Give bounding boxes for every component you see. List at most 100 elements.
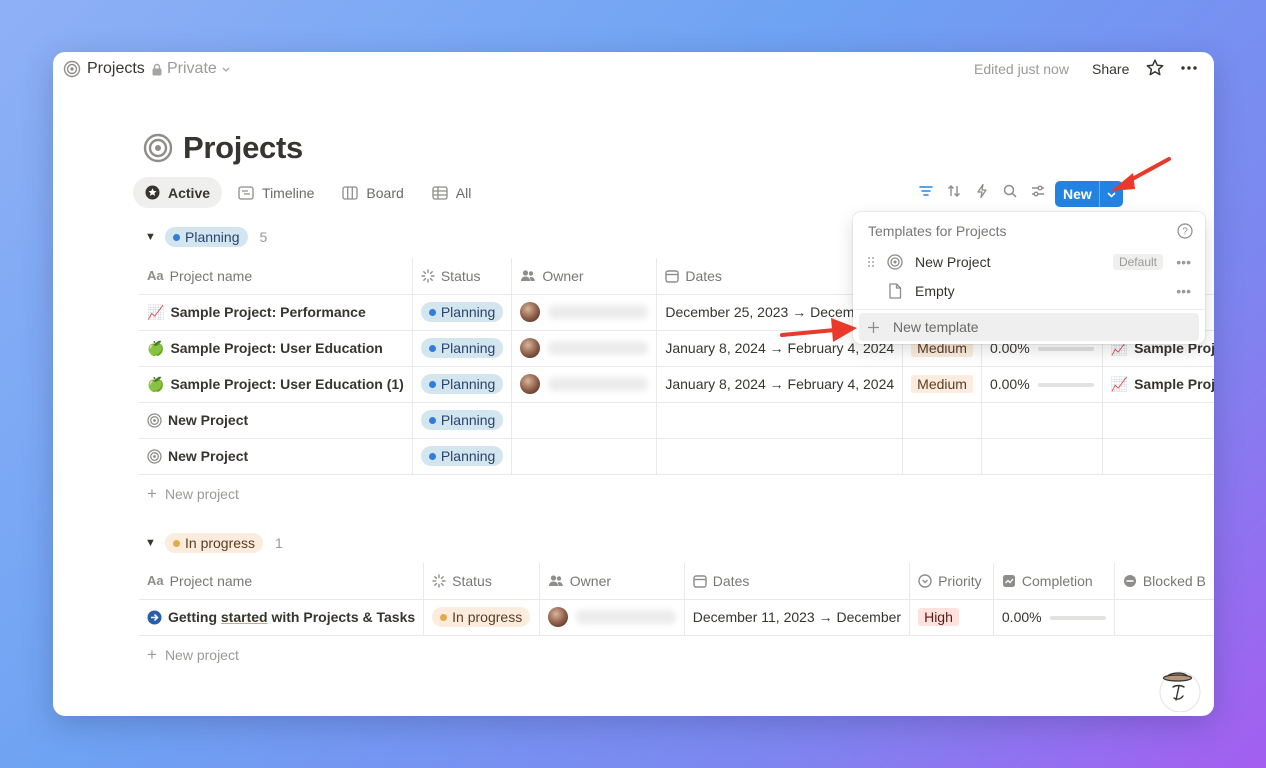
completion-bar: [1049, 616, 1106, 621]
tab-label: Board: [366, 184, 404, 201]
dates-cell: January 8, 2024 → February 4, 2024: [656, 366, 903, 403]
plus-icon: +: [147, 484, 157, 503]
col-project-name[interactable]: Aa Project name: [139, 563, 424, 600]
status-badge: In progress: [432, 607, 531, 627]
avatar: [520, 302, 541, 322]
target-icon: [147, 448, 162, 464]
automation-bolt-icon[interactable]: [973, 182, 991, 200]
apple-icon: 🍏: [147, 375, 165, 392]
new-project-row[interactable]: + New project: [147, 645, 239, 665]
col-owner[interactable]: Owner: [538, 563, 685, 600]
target-icon: [883, 254, 907, 270]
page-icon: [883, 283, 907, 299]
arrow-circle-icon: [147, 610, 162, 624]
timeline-icon: [238, 185, 254, 200]
templates-dropdown: Templates for Projects ? New Project Def…: [853, 212, 1205, 344]
divider: [853, 309, 1205, 310]
view-tabs: Active Timeline Board All: [133, 177, 483, 208]
star-icon[interactable]: [1145, 58, 1165, 78]
tab-timeline[interactable]: Timeline: [226, 177, 326, 208]
tab-active[interactable]: Active: [133, 177, 223, 208]
page-header: Projects: [143, 130, 303, 166]
chart-icon: 📈: [1110, 375, 1129, 392]
annotation-arrow: [780, 318, 857, 342]
chevron-down-icon: [222, 67, 230, 72]
more-options-icon[interactable]: •••: [1176, 254, 1191, 270]
tab-all[interactable]: All: [420, 177, 484, 208]
default-badge: Default: [1112, 254, 1163, 270]
tab-label: All: [455, 184, 472, 201]
status-badge: Planning: [420, 410, 504, 430]
new-project-row[interactable]: + New project: [147, 484, 239, 504]
tab-label: Active: [168, 184, 211, 201]
table-icon: [432, 185, 448, 200]
more-options-icon[interactable]: [1179, 58, 1199, 78]
status-spinner-icon: [421, 269, 435, 283]
completion-bar: [1037, 383, 1094, 388]
text-type-icon: Aa: [147, 268, 164, 284]
search-icon[interactable]: [1001, 182, 1019, 200]
priority-tag: High: [918, 608, 959, 626]
template-label: Empty: [915, 283, 955, 299]
status-badge: Planning: [420, 338, 504, 358]
dates-cell: December 11, 2023 → December: [683, 599, 910, 636]
status-badge: Planning: [420, 374, 504, 394]
settings-sliders-icon[interactable]: [1029, 182, 1047, 200]
completion-bar: [1037, 347, 1094, 352]
group-header-planning[interactable]: ▼ Planning 5: [145, 227, 267, 247]
breadcrumb[interactable]: Projects: [63, 60, 145, 78]
help-icon[interactable]: ?: [1177, 223, 1193, 239]
board-icon: [342, 185, 359, 200]
in-progress-table: Aa Project name Status Owner Dates Priori…: [139, 563, 1214, 636]
col-status[interactable]: Status: [423, 563, 540, 600]
col-owner[interactable]: Owner: [511, 258, 657, 295]
owner-name-blurred: [548, 377, 649, 391]
completion-value: 0.00%: [1001, 609, 1042, 625]
notion-window: Projects Private Edited just now Share P…: [53, 52, 1214, 716]
col-blocked[interactable]: Blocked B: [1113, 563, 1214, 600]
template-label: New Project: [915, 254, 991, 270]
template-item-empty[interactable]: Empty •••: [859, 277, 1199, 305]
apple-icon: 🍏: [147, 339, 165, 356]
svg-text:?: ?: [1182, 227, 1188, 238]
table-row[interactable]: 🍏 Sample Project: User Education (1) Plan…: [139, 366, 1214, 403]
completion-value: 0.00%: [989, 376, 1030, 392]
group-count: 5: [259, 229, 268, 245]
table-row[interactable]: Getting started with Projects & Tasks In…: [139, 599, 1214, 636]
text-type-icon: Aa: [147, 573, 164, 589]
new-template-label: New template: [893, 319, 979, 335]
group-header-in-progress[interactable]: ▼ In progress 1: [145, 533, 283, 553]
more-options-icon[interactable]: •••: [1176, 283, 1191, 299]
database-toolbar: [917, 182, 1047, 200]
drag-handle-icon[interactable]: [859, 256, 883, 268]
filter-icon[interactable]: [917, 182, 935, 200]
calendar-icon: [665, 270, 680, 283]
templates-title: Templates for Projects: [868, 223, 1007, 239]
collapse-triangle-icon[interactable]: ▼: [145, 537, 157, 549]
notion-ai-assistant-icon[interactable]: [1157, 666, 1203, 712]
tab-board[interactable]: Board: [330, 177, 415, 208]
target-icon: [143, 133, 173, 163]
edited-status: Edited just now: [974, 61, 1069, 77]
page-title: Projects: [183, 130, 303, 165]
col-status[interactable]: Status: [411, 258, 512, 295]
collapse-triangle-icon[interactable]: ▼: [145, 231, 157, 243]
privacy-label: Private: [167, 60, 217, 77]
target-icon: [147, 412, 162, 428]
new-template-button[interactable]: New template: [859, 313, 1199, 341]
sort-icon[interactable]: [945, 182, 963, 200]
owner-name-blurred: [548, 341, 649, 355]
col-completion[interactable]: Completion: [992, 563, 1115, 600]
col-dates[interactable]: Dates: [683, 563, 910, 600]
chart-icon: 📈: [147, 303, 165, 320]
col-project-name[interactable]: Aa Project name: [139, 258, 413, 295]
privacy-dropdown[interactable]: Private: [151, 60, 231, 78]
table-row[interactable]: New Project Planning: [139, 402, 1214, 439]
col-priority[interactable]: Priority: [909, 563, 994, 600]
share-button[interactable]: Share: [1092, 61, 1129, 77]
calendar-icon: [693, 575, 707, 588]
template-item-new-project[interactable]: New Project Default •••: [859, 248, 1199, 276]
priority-chevron-icon: [918, 574, 932, 588]
table-row[interactable]: New Project Planning: [139, 438, 1214, 475]
people-icon: [548, 575, 563, 586]
